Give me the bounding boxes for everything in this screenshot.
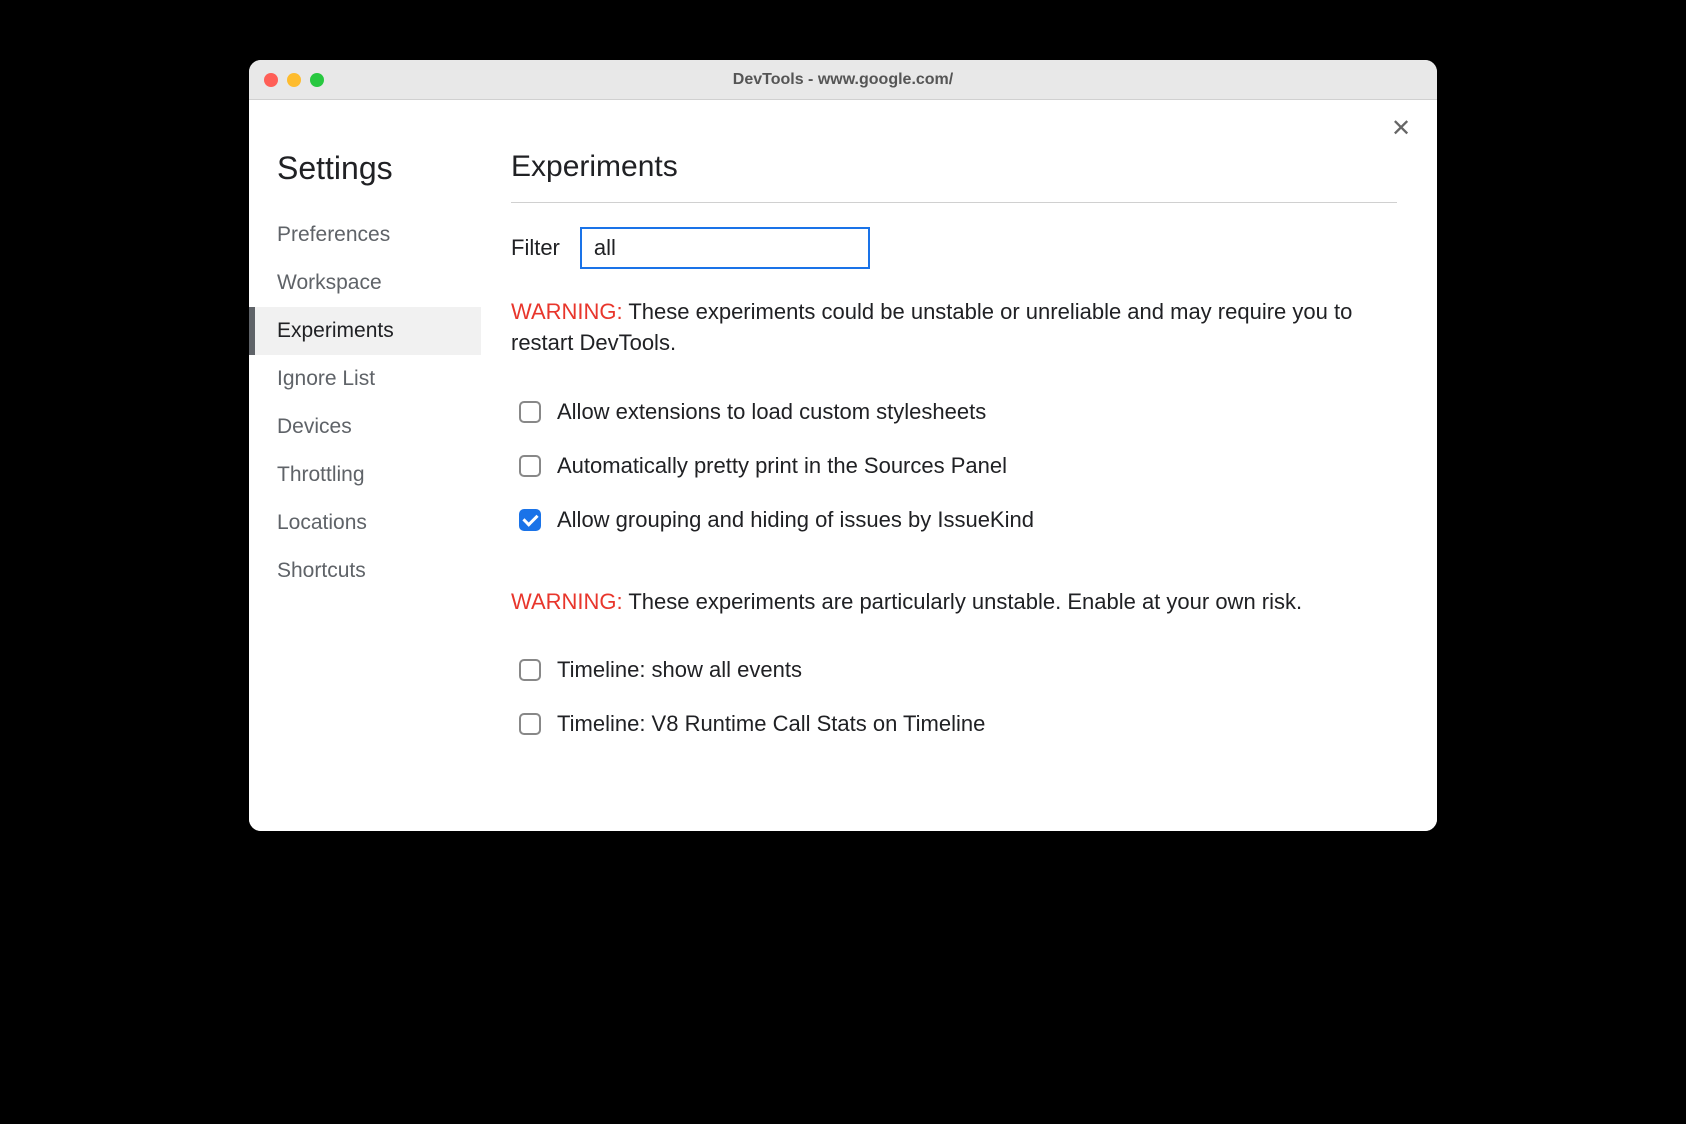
warning-risky: WARNING: These experiments are particula… [511, 587, 1397, 618]
sidebar-item-label: Devices [277, 415, 352, 438]
experiment-label[interactable]: Timeline: V8 Runtime Call Stats on Timel… [557, 711, 985, 737]
divider [511, 202, 1397, 203]
experiment-checkbox[interactable] [519, 659, 541, 681]
settings-sidebar: Settings Preferences Workspace Experimen… [249, 100, 481, 831]
experiment-checkbox[interactable] [519, 455, 541, 477]
experiment-item: Timeline: V8 Runtime Call Stats on Timel… [511, 697, 1397, 751]
experiment-item: Timeline: show all events [511, 643, 1397, 697]
sidebar-item-label: Ignore List [277, 367, 375, 390]
sidebar-item-label: Experiments [277, 319, 394, 342]
warning-text: These experiments could be unstable or u… [511, 299, 1352, 355]
sidebar-item-label: Preferences [277, 223, 390, 246]
experiments-group-2: Timeline: show all events Timeline: V8 R… [511, 643, 1397, 751]
experiment-label[interactable]: Automatically pretty print in the Source… [557, 453, 1007, 479]
sidebar-item-throttling[interactable]: Throttling [249, 451, 481, 499]
titlebar: DevTools - www.google.com/ [249, 60, 1437, 100]
window-close-button[interactable] [264, 73, 278, 87]
sidebar-item-workspace[interactable]: Workspace [249, 259, 481, 307]
traffic-lights [249, 73, 324, 87]
warning-label: WARNING: [511, 299, 623, 324]
window-minimize-button[interactable] [287, 73, 301, 87]
sidebar-item-ignore-list[interactable]: Ignore List [249, 355, 481, 403]
warning-text: These experiments are particularly unsta… [623, 589, 1303, 614]
experiment-label[interactable]: Timeline: show all events [557, 657, 802, 683]
main-content: Experiments Filter WARNING: These experi… [481, 100, 1437, 831]
page-title: Experiments [511, 150, 1397, 184]
experiment-item: Automatically pretty print in the Source… [511, 439, 1397, 493]
sidebar-item-label: Workspace [277, 271, 382, 294]
close-icon[interactable]: ✕ [1387, 114, 1415, 142]
sidebar-item-label: Locations [277, 511, 367, 534]
warning-unstable: WARNING: These experiments could be unst… [511, 297, 1397, 359]
filter-row: Filter [511, 227, 1397, 269]
experiment-label[interactable]: Allow grouping and hiding of issues by I… [557, 507, 1034, 533]
experiment-checkbox[interactable] [519, 401, 541, 423]
sidebar-item-devices[interactable]: Devices [249, 403, 481, 451]
sidebar-title: Settings [249, 150, 481, 187]
window-maximize-button[interactable] [310, 73, 324, 87]
experiment-checkbox[interactable] [519, 509, 541, 531]
filter-label: Filter [511, 235, 560, 261]
sidebar-item-shortcuts[interactable]: Shortcuts [249, 547, 481, 595]
sidebar-item-label: Shortcuts [277, 559, 366, 582]
sidebar-item-locations[interactable]: Locations [249, 499, 481, 547]
filter-input[interactable] [580, 227, 870, 269]
experiment-item: Allow grouping and hiding of issues by I… [511, 493, 1397, 547]
sidebar-item-label: Throttling [277, 463, 365, 486]
sidebar-item-experiments[interactable]: Experiments [249, 307, 481, 355]
experiment-checkbox[interactable] [519, 713, 541, 735]
devtools-window: DevTools - www.google.com/ ✕ Settings Pr… [249, 60, 1437, 831]
experiment-label[interactable]: Allow extensions to load custom styleshe… [557, 399, 986, 425]
window-title: DevTools - www.google.com/ [249, 71, 1437, 89]
sidebar-item-preferences[interactable]: Preferences [249, 211, 481, 259]
settings-panel: ✕ Settings Preferences Workspace Experim… [249, 100, 1437, 831]
experiments-group-1: Allow extensions to load custom styleshe… [511, 385, 1397, 547]
warning-label: WARNING: [511, 589, 623, 614]
experiment-item: Allow extensions to load custom styleshe… [511, 385, 1397, 439]
